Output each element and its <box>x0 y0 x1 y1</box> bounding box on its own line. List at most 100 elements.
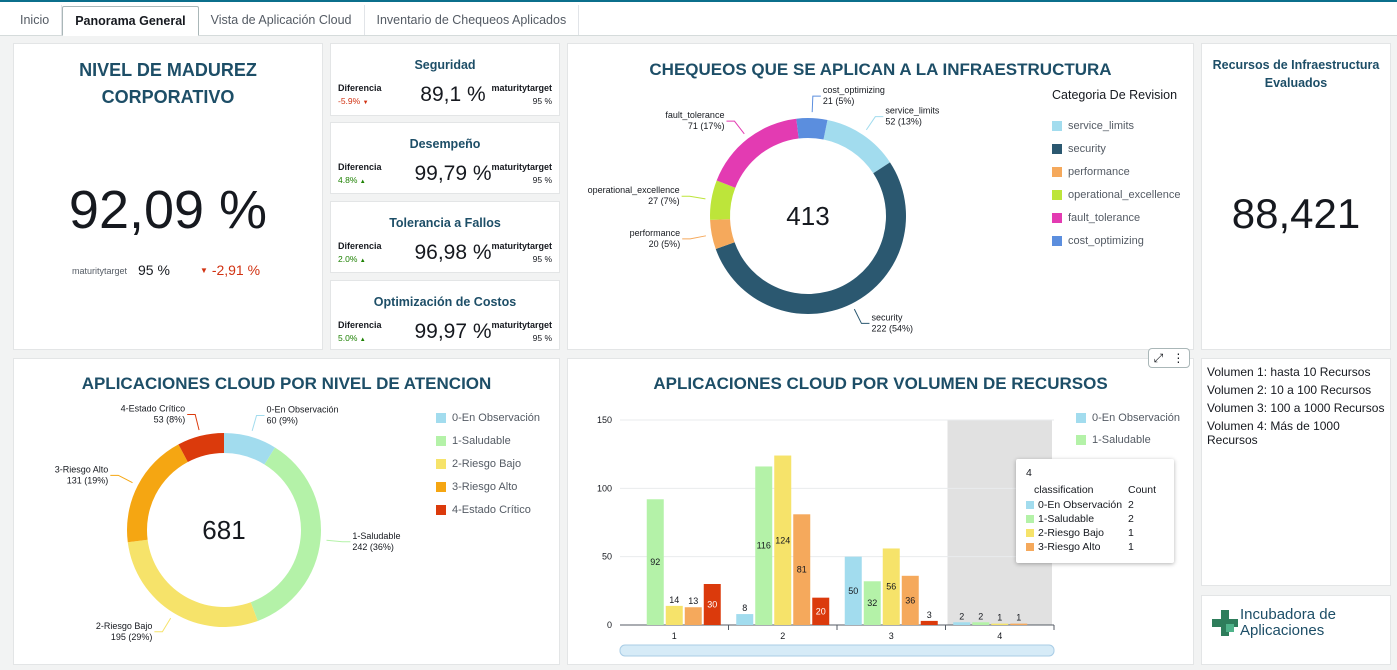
legend-swatch <box>1052 213 1062 223</box>
legend-swatch <box>436 482 446 492</box>
chart-tooltip: 4 classification Count 0-En Observación 2… <box>1016 459 1174 563</box>
donut-slice-operational-excellence[interactable] <box>710 180 736 220</box>
plus-logo-icon <box>1212 610 1238 636</box>
kpi-target-label: maturitytarget <box>491 320 552 330</box>
legend-swatch <box>1052 144 1062 154</box>
checks-donut-chart[interactable]: service_limits52 (13%) security222 (54%) p… <box>568 78 1038 348</box>
donut-leader-line <box>865 116 884 131</box>
resources-value: 88,421 <box>1231 190 1361 237</box>
legend-label: 0-En Observación <box>452 412 541 424</box>
donut-slice-security[interactable] <box>715 162 907 315</box>
legend-label: fault_tolerance <box>1068 212 1141 224</box>
tooltip-row-name: 2-Riesgo Bajo <box>1038 527 1104 539</box>
bar-data-label: 8 <box>742 603 747 613</box>
kpi-value: 96,98 % <box>414 241 492 264</box>
tooltip-row-count: 1 <box>1128 527 1134 539</box>
legend-swatch <box>436 436 446 446</box>
y-tick-label: 50 <box>602 552 612 562</box>
donut-leader-line <box>853 308 870 324</box>
bar-4-estado-cr-tico-3[interactable] <box>920 620 938 625</box>
donut-leader-line <box>251 415 265 432</box>
legend-label: 1-Saludable <box>1092 434 1151 446</box>
bar-0-en-observaci-n-2[interactable] <box>736 614 754 625</box>
bar-3-riesgo-alto-1[interactable] <box>684 607 702 625</box>
kpi-card-desempeno: Desempeño Diferencia 4.8% ▲ 99,79 % matu… <box>330 122 560 194</box>
donut-label-name: fault_tolerance <box>665 110 724 120</box>
expand-icon[interactable]: ⤢ <box>1154 351 1164 366</box>
caret-up-icon: ▲ <box>359 179 366 185</box>
donut-label-value: 195 (29%) <box>111 632 153 642</box>
kpi-value: 99,97 % <box>414 320 492 343</box>
legend-item-performance[interactable]: performance <box>1052 166 1130 178</box>
donut-slice-3-riesgo-alto[interactable] <box>127 444 188 543</box>
donut-slice-cost-optimizing[interactable] <box>796 118 828 140</box>
donut-slice-2-riesgo-bajo[interactable] <box>127 539 258 627</box>
donut-slice-1-saludable[interactable] <box>250 447 321 621</box>
donut-leader-line <box>154 617 172 633</box>
legend-item-1-saludable[interactable]: 1-Saludable <box>436 435 511 447</box>
bar-data-label: 2 <box>959 611 964 621</box>
volume-line: Volumen 4: Más de 1000 Recursos <box>1207 419 1340 447</box>
kpi-target-value: 95 % <box>532 96 552 106</box>
donut-slice-fault-tolerance[interactable] <box>716 118 799 188</box>
bar-data-label: 2 <box>978 611 983 621</box>
legend-item-2-riesgo-bajo[interactable]: 2-Riesgo Bajo <box>436 458 521 470</box>
bar-data-label: 92 <box>650 557 660 567</box>
legend-swatch <box>1052 121 1062 131</box>
legend-item-service-limits[interactable]: service_limits <box>1052 120 1134 132</box>
legend-item-3-riesgo-alto[interactable]: 3-Riesgo Alto <box>436 481 517 493</box>
donut-slice-service-limits[interactable] <box>823 119 890 174</box>
x-tick-label: 2 <box>780 631 785 641</box>
kpi-card-seguridad: Seguridad Diferencia -5.9% ▼ 89,1 % matu… <box>330 43 560 116</box>
bar-2-riesgo-bajo-4[interactable] <box>991 623 1009 625</box>
tooltip-row-count: 2 <box>1128 513 1134 525</box>
horizontal-scrollbar[interactable] <box>619 644 1055 657</box>
legend-item-1-saludable[interactable]: 1-Saludable <box>1076 434 1151 446</box>
tab-vista-aplicacion-cloud[interactable]: Vista de Aplicación Cloud <box>199 5 365 35</box>
tab-inicio[interactable]: Inicio <box>8 5 63 35</box>
bar-1-saludable-4[interactable] <box>972 622 990 625</box>
legend-swatch <box>1076 435 1086 445</box>
kpi-title: Desempeño <box>409 137 481 151</box>
legend-item-fault-tolerance[interactable]: fault_tolerance <box>1052 212 1140 224</box>
logo-card: Incubadora de Aplicaciones <box>1201 595 1391 665</box>
legend-item-4-estado-cr-tico[interactable]: 4-Estado Crítico <box>436 504 531 516</box>
legend-item-security[interactable]: security <box>1052 143 1106 155</box>
legend-item-0-en-observaci-n[interactable]: 0-En Observación <box>1076 412 1180 424</box>
maturity-card: NIVEL DE MADUREZ CORPORATIVO 92,09 % mat… <box>13 43 323 350</box>
tab-panorama-general[interactable]: Panorama General <box>62 6 199 36</box>
kpi-value: 89,1 % <box>420 83 486 106</box>
donut-leader-line <box>726 120 745 135</box>
checks-chart-title: CHEQUEOS QUE SE APLICAN A LA INFRAESTRUC… <box>649 60 1112 79</box>
donut-slice-0-en-observaci-n[interactable] <box>224 433 275 465</box>
donut-label-name: 1-Saludable <box>352 531 400 541</box>
legend-item-cost-optimizing[interactable]: cost_optimizing <box>1052 235 1144 247</box>
donut-leader-line <box>187 414 200 431</box>
expand-menu: ⤢ ⋮ <box>1148 348 1190 368</box>
tab-inventario-chequeos[interactable]: Inventario de Chequeos Aplicados <box>365 5 580 35</box>
donut-label-name: 4-Estado Crítico <box>121 404 186 414</box>
bar-2-riesgo-bajo-1[interactable] <box>665 605 683 625</box>
legend-swatch <box>1052 167 1062 177</box>
donut-label-value: 27 (7%) <box>648 196 680 206</box>
bar-data-label: 1 <box>997 613 1002 623</box>
maturity-diff: ▼ -2,91 % <box>200 262 260 278</box>
sheet-tabs: Inicio Panorama General Vista de Aplicac… <box>0 2 1397 36</box>
bar-0-en-observaci-n-4[interactable] <box>953 622 971 625</box>
legend-item-operational-excellence[interactable]: operational_excellence <box>1052 189 1181 201</box>
bar-data-label: 36 <box>905 595 915 605</box>
tooltip-category: 4 <box>1026 467 1032 479</box>
bar-data-label: 14 <box>669 595 679 605</box>
logo-text: Incubadora de Aplicaciones <box>1240 606 1336 639</box>
legend-swatch <box>1076 413 1086 423</box>
tooltip-row: 3-Riesgo Alto 1 <box>1026 540 1164 554</box>
volume-line: Volumen 3: 100 a 1000 Recursos <box>1207 401 1385 415</box>
kpi-card-tolerancia: Tolerancia a Fallos Diferencia 2.0% ▲ 96… <box>330 201 560 273</box>
bar-3-riesgo-alto-4[interactable] <box>1010 623 1028 625</box>
kpi-diff-label: Diferencia <box>338 241 382 251</box>
more-options-icon[interactable]: ⋮ <box>1172 351 1184 365</box>
legend-label: operational_excellence <box>1068 189 1181 201</box>
attention-donut-chart[interactable]: 0-En Observación60 (9%) 1-Saludable242 (3… <box>14 395 424 665</box>
donut-leader-line <box>681 195 706 200</box>
legend-item-0-en-observaci-n[interactable]: 0-En Observación <box>436 412 540 424</box>
